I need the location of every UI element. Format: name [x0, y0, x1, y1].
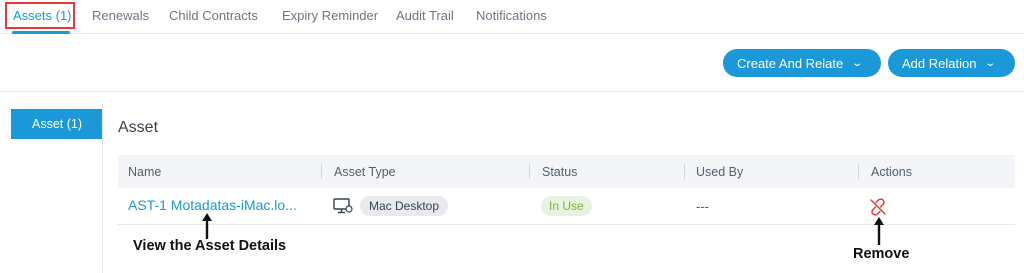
- annotation-arrow-up-icon: [202, 213, 212, 239]
- chevron-down-icon: ⌄: [851, 57, 864, 69]
- section-title: Asset: [118, 119, 159, 136]
- annotation-remove: Remove: [853, 246, 910, 262]
- tab-renewals[interactable]: Renewals: [92, 8, 149, 23]
- column-separator: [529, 164, 530, 179]
- status-badge: In Use: [541, 196, 592, 216]
- tab-audit-trail[interactable]: Audit Trail: [396, 8, 454, 23]
- column-separator: [684, 164, 685, 179]
- sidebar-divider: [102, 104, 103, 273]
- add-relation-button[interactable]: Add Relation ⌄: [888, 49, 1015, 77]
- add-relation-label: Add Relation: [902, 55, 977, 71]
- chevron-down-icon: ⌄: [984, 57, 997, 69]
- used-by-value: ---: [696, 199, 709, 214]
- column-header-status: Status: [542, 165, 578, 179]
- column-header-name: Name: [128, 165, 162, 179]
- table-header: Name Asset Type Status Used By Actions: [118, 155, 1015, 188]
- divider: [0, 91, 1024, 92]
- column-separator: [321, 164, 322, 179]
- tab-child-contracts[interactable]: Child Contracts: [169, 8, 258, 23]
- sidebar-item-label: Asset (1): [31, 117, 82, 131]
- sidebar-item-asset[interactable]: Asset (1): [11, 109, 103, 139]
- annotation-view-details: View the Asset Details: [133, 238, 287, 254]
- column-header-asset-type: Asset Type: [334, 165, 396, 179]
- tab-assets[interactable]: Assets (1): [13, 8, 72, 23]
- column-header-actions: Actions: [871, 165, 912, 179]
- unlink-icon[interactable]: [869, 198, 887, 216]
- asset-type-badge: Mac Desktop: [360, 196, 449, 216]
- monitor-icon: [333, 198, 353, 214]
- tab-notifications[interactable]: Notifications: [476, 8, 547, 23]
- annotation-arrow-up-icon: [874, 217, 884, 245]
- create-and-relate-button[interactable]: Create And Relate ⌄: [723, 49, 881, 77]
- column-separator: [858, 164, 859, 179]
- column-header-used-by: Used By: [696, 165, 744, 179]
- create-and-relate-label: Create And Relate: [737, 55, 844, 71]
- tab-expiry-reminder[interactable]: Expiry Reminder: [282, 8, 378, 23]
- tab-bar: Assets (1) Renewals Child Contracts Expi…: [0, 0, 1024, 34]
- active-tab-indicator: [12, 31, 70, 34]
- asset-name-link[interactable]: AST-1 Motadatas-iMac.lo...: [128, 197, 297, 213]
